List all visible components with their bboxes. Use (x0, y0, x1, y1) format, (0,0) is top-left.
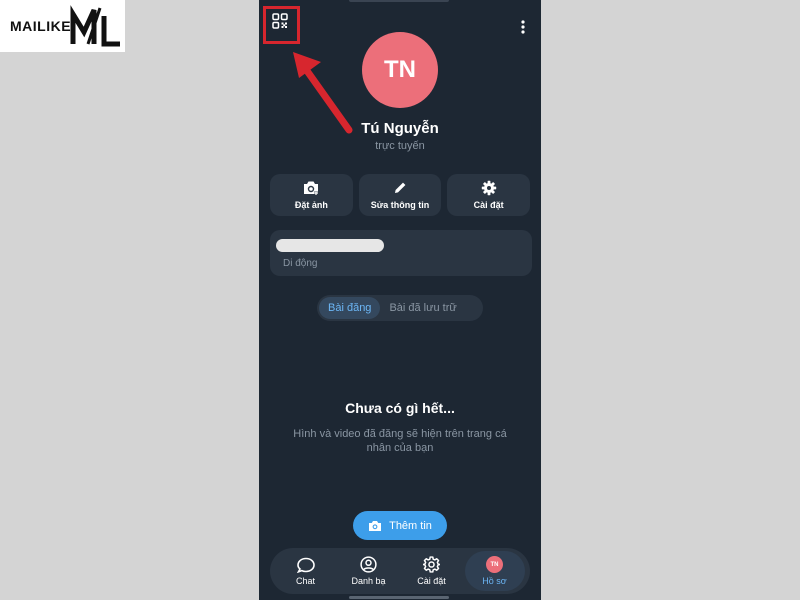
profile-actions: Đặt ảnh Sửa thông tin Cài đặt (270, 174, 531, 216)
phone-number-redacted (276, 239, 384, 252)
nav-profile[interactable]: TN Hồ sơ (464, 551, 525, 591)
nav-settings-label: Cài đặt (417, 576, 446, 586)
mailike-logo: MAILIKE (0, 0, 125, 52)
qr-code-button[interactable] (269, 10, 291, 32)
nav-chat[interactable]: Chat (276, 551, 336, 591)
edit-info-button[interactable]: Sửa thông tin (358, 174, 442, 216)
settings-button[interactable]: Cài đặt (447, 174, 531, 216)
chat-icon (296, 557, 315, 573)
posts-tabs: Bài đăng Bài đã lưu trữ (317, 295, 483, 321)
avatar-initials: TN (384, 56, 416, 83)
add-story-label: Thêm tin (389, 519, 432, 532)
ml-logo-mark (70, 5, 120, 47)
nav-contacts[interactable]: Danh bạ (339, 551, 399, 591)
add-story-button[interactable]: Thêm tin (353, 511, 447, 540)
phone-info-card[interactable]: Di động (270, 230, 532, 276)
camera-icon (369, 520, 382, 531)
logo-text: MAILIKE (10, 18, 72, 34)
empty-state-description: Hình và video đã đăng sẽ hiện trên trang… (293, 428, 507, 454)
profile-name: Tú Nguyễn (361, 120, 439, 137)
home-indicator (349, 596, 449, 599)
settings-label: Cài đặt (473, 200, 504, 210)
set-photo-label: Đặt ảnh (294, 200, 328, 210)
more-vertical-icon (521, 20, 525, 34)
gear-icon (481, 180, 496, 196)
pencil-icon (395, 182, 406, 193)
mini-avatar-initials: TN (490, 561, 499, 568)
online-status: trực tuyến (375, 140, 425, 152)
profile-mini-avatar: TN (486, 556, 503, 573)
gear-icon (423, 556, 440, 573)
set-photo-button[interactable]: Đặt ảnh (270, 174, 353, 216)
contacts-icon (360, 556, 377, 573)
bottom-navigation: Chat Danh bạ Cài đặt TN Hồ sơ (270, 548, 530, 594)
qr-code-icon (272, 13, 288, 29)
phone-screen: TN Tú Nguyễn trực tuyến Đặt ảnh Sửa thôn… (259, 0, 541, 600)
top-indicator (349, 0, 449, 2)
profile-avatar[interactable]: TN (362, 32, 438, 108)
camera-icon (304, 181, 319, 195)
nav-contacts-label: Danh bạ (351, 576, 386, 586)
edit-info-label: Sửa thông tin (370, 200, 430, 210)
tab-posts[interactable]: Bài đăng (319, 297, 381, 319)
empty-state-title: Chưa có gì hết... (345, 400, 455, 416)
nav-profile-label: Hồ sơ (482, 576, 507, 586)
nav-chat-label: Chat (295, 575, 315, 586)
tab-archived-posts[interactable]: Bài đã lưu trữ (380, 297, 465, 319)
more-options-button[interactable] (517, 16, 529, 38)
nav-settings[interactable]: Cài đặt (402, 551, 462, 591)
phone-type-label: Di động (283, 258, 318, 269)
